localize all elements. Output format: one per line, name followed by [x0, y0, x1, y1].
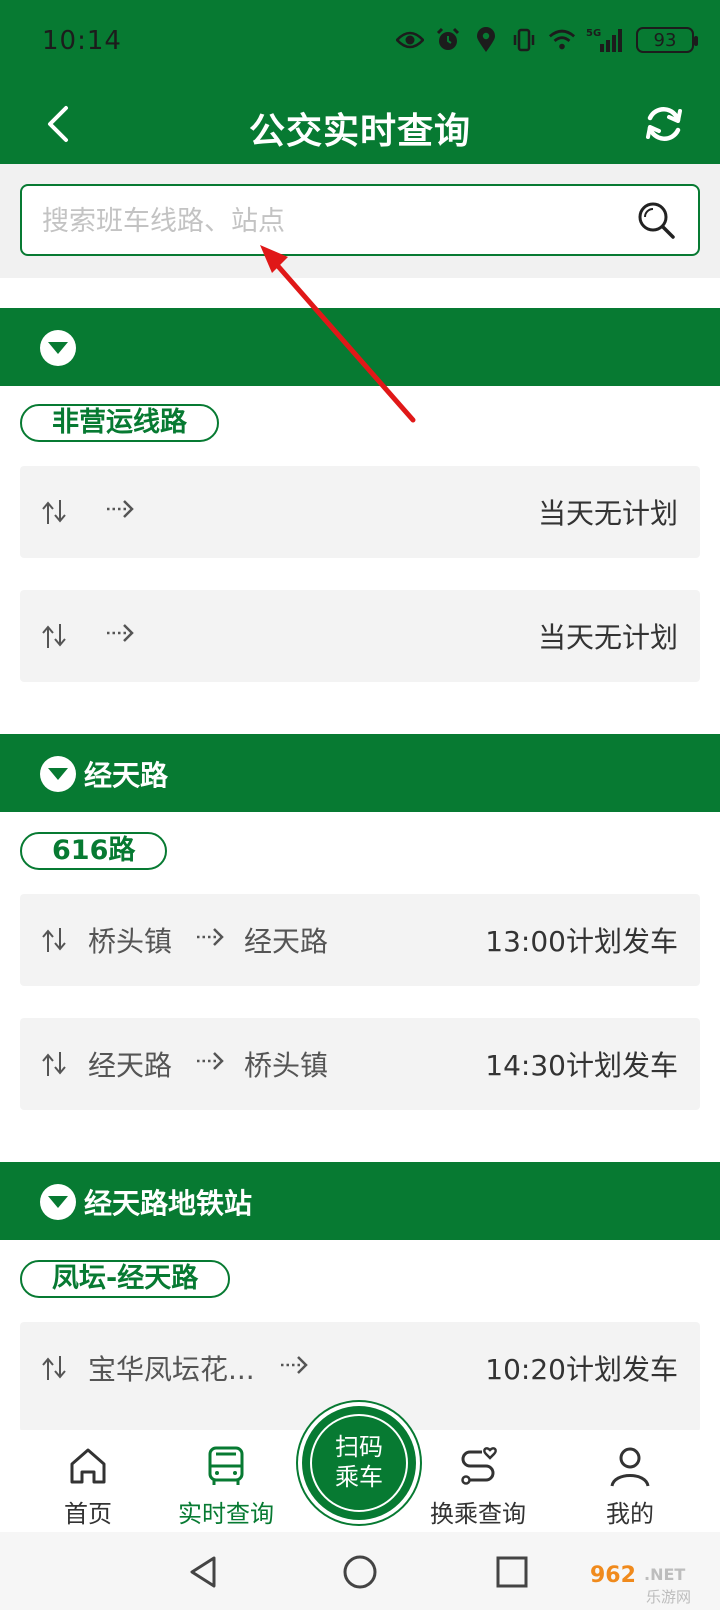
route-status: 14:30计划发车 [485, 1049, 678, 1082]
tab-realtime[interactable]: 实时查询 [166, 1430, 286, 1532]
network-type-label: 5G [586, 28, 601, 39]
status-icons: 5G 93 [396, 26, 698, 54]
route-from: 经天路 [88, 1049, 173, 1082]
collapse-chevron-icon[interactable] [40, 1184, 76, 1220]
group-header[interactable]: 经天路 [0, 734, 720, 812]
swap-direction-icon [42, 1052, 66, 1076]
top-app-bar: 10:14 5G 93 公交实时查询 [0, 0, 720, 164]
location-icon [472, 26, 500, 54]
route-row[interactable]: 当天无计划 [20, 590, 700, 682]
route-row[interactable]: 当天无计划 [20, 466, 700, 558]
svg-text:.NET: .NET [644, 1565, 685, 1584]
dotted-arrow-icon [281, 1356, 308, 1374]
scan-label-line2: 乘车 [335, 1463, 383, 1491]
battery-indicator: 93 [636, 27, 698, 53]
collapse-chevron-icon[interactable] [40, 330, 76, 366]
swap-direction-icon [42, 624, 66, 648]
tab-transfer[interactable]: 换乘查询 [418, 1430, 538, 1532]
scan-to-ride-button[interactable]: 扫码 乘车 [302, 1406, 416, 1520]
dotted-arrow-icon [197, 928, 224, 946]
route-status: 当天无计划 [537, 621, 678, 654]
battery-level: 93 [653, 29, 677, 51]
line-badge: 凤坛-经天路 [20, 1260, 231, 1298]
group-name: 经天路 [84, 759, 169, 792]
dotted-arrow-icon [107, 500, 134, 518]
route-from: 宝华凤坛花... [88, 1353, 255, 1386]
status-bar: 10:14 5G 93 [0, 0, 720, 84]
vibrate-icon [510, 26, 538, 54]
nav-recents-icon[interactable] [492, 1552, 532, 1592]
user-icon [610, 1447, 650, 1487]
refresh-button[interactable] [640, 100, 688, 148]
tab-transfer-label: 换乘查询 [430, 1500, 526, 1528]
nav-home-icon[interactable] [340, 1552, 380, 1592]
wifi-icon [548, 26, 576, 54]
svg-text:962: 962 [590, 1563, 636, 1588]
site-watermark-logo: 962 .NET 乐游网 [590, 1563, 691, 1606]
group-name: 经天路地铁站 [84, 1187, 253, 1220]
nav-back-icon[interactable] [184, 1552, 224, 1592]
tab-mine-label: 我的 [606, 1500, 654, 1528]
search-icon[interactable] [636, 200, 676, 240]
status-time: 10:14 [42, 26, 122, 56]
dotted-arrow-icon [197, 1052, 224, 1070]
route-row[interactable]: 桥头镇 经天路 13:00计划发车 [20, 894, 700, 986]
alarm-icon [434, 26, 462, 54]
route-status: 13:00计划发车 [485, 925, 678, 958]
route-transfer-icon [461, 1447, 497, 1485]
collapse-chevron-icon[interactable] [40, 756, 76, 792]
line-badge: 非营运线路 [20, 404, 219, 442]
refresh-icon [646, 107, 682, 141]
route-from: 桥头镇 [88, 925, 173, 958]
swap-direction-icon [42, 500, 66, 524]
bus-icon [208, 1446, 244, 1485]
eye-icon [396, 26, 424, 54]
nav-bar: 公交实时查询 [0, 84, 720, 164]
cellular-signal-icon: 5G [586, 26, 626, 54]
group-header[interactable]: 经天路地铁站 [0, 1162, 720, 1240]
tab-home[interactable]: 首页 [28, 1430, 148, 1532]
tab-home-label: 首页 [64, 1500, 112, 1528]
route-status: 10:20计划发车 [485, 1353, 678, 1386]
tab-mine[interactable]: 我的 [570, 1430, 690, 1532]
route-to: 桥头镇 [244, 1049, 329, 1082]
tab-realtime-label: 实时查询 [178, 1500, 274, 1528]
system-nav-bar: 962 .NET 乐游网 [0, 1532, 720, 1610]
line-badge: 616路 [20, 832, 168, 870]
route-status: 当天无计划 [537, 497, 678, 530]
page-title: 公交实时查询 [248, 111, 471, 152]
home-icon [70, 1448, 106, 1484]
svg-text:乐游网: 乐游网 [646, 1588, 691, 1606]
scan-label-line1: 扫码 [335, 1433, 383, 1461]
annotation-arrow [260, 245, 416, 423]
swap-direction-icon [42, 1356, 66, 1380]
dotted-arrow-icon [107, 624, 134, 642]
route-to: 经天路 [244, 925, 329, 958]
swap-direction-icon [42, 928, 66, 952]
route-row[interactable]: 经天路 桥头镇 14:30计划发车 [20, 1018, 700, 1110]
